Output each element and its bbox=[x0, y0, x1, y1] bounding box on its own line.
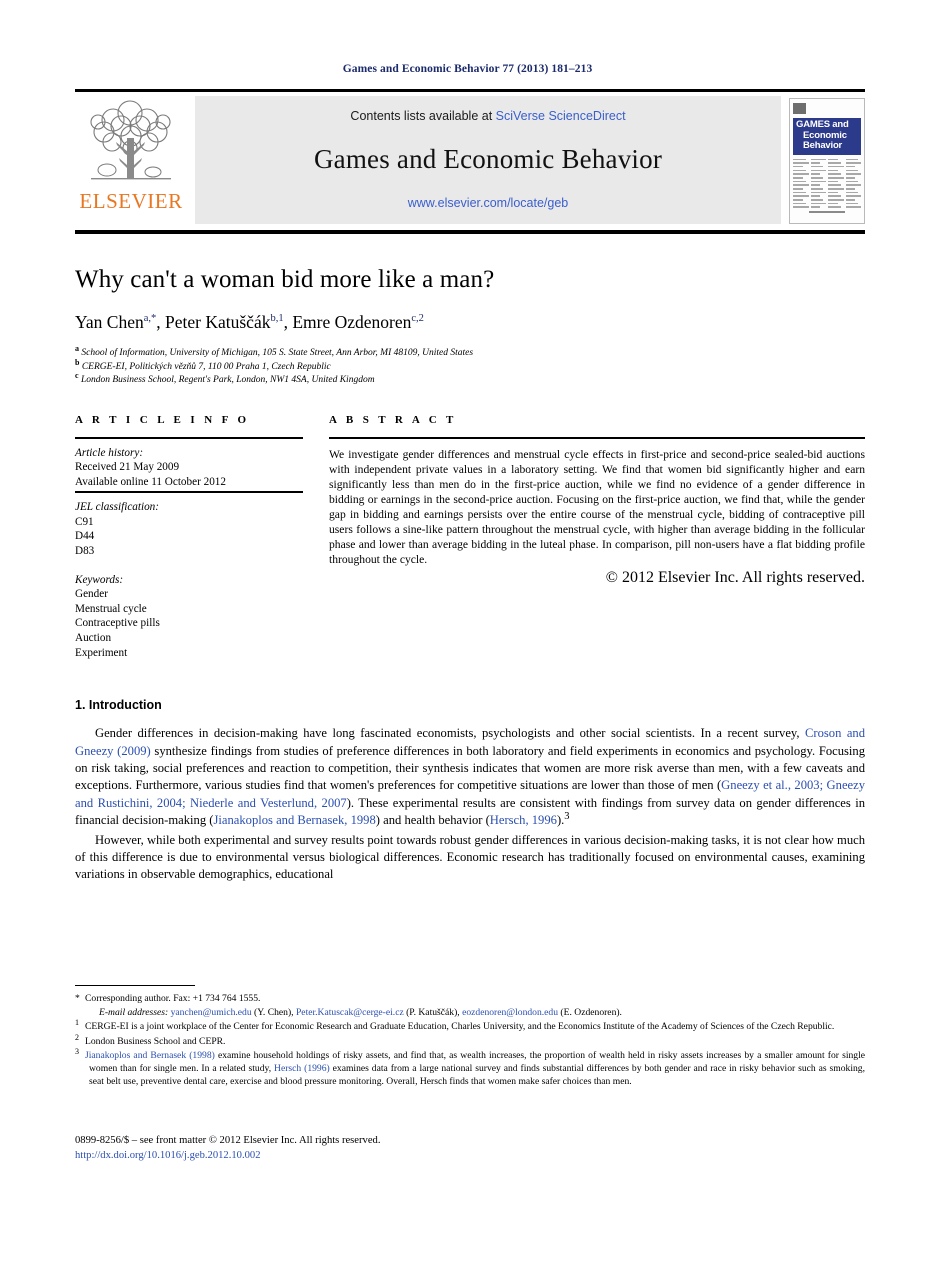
footnote-ref[interactable]: 3 bbox=[564, 811, 569, 822]
jel-group: JEL classification: C91 D44 D83 bbox=[75, 493, 303, 560]
abstract-heading: A B S T R A C T bbox=[329, 413, 457, 426]
text-run: Gender differences in decision-making ha… bbox=[95, 726, 805, 741]
email-addresses-label: E-mail addresses: bbox=[99, 1007, 169, 1019]
abstract-column: A B S T R A C T We investigate gender di… bbox=[329, 414, 865, 663]
affiliation-mark: c bbox=[75, 370, 79, 380]
history-item: Available online 11 October 2012 bbox=[75, 475, 226, 488]
article-history-label: Article history: bbox=[75, 446, 144, 459]
history-item: Received 21 May 2009 bbox=[75, 461, 180, 474]
article-history-group: Article history: Received 21 May 2009 Av… bbox=[75, 439, 303, 492]
keyword-item: Contraceptive pills bbox=[75, 617, 160, 630]
email-person: (E. Ozdenoren). bbox=[558, 1007, 622, 1019]
cover-elsevier-mark bbox=[793, 102, 861, 115]
author-name: Yan Chen bbox=[75, 312, 144, 332]
author-marks[interactable]: b,1 bbox=[270, 313, 283, 324]
article-info-heading: A R T I C L E I N F O bbox=[75, 413, 250, 426]
jel-code: C91 bbox=[75, 515, 94, 528]
bottom-matter: 0899-8256/$ – see front matter © 2012 El… bbox=[75, 1133, 380, 1163]
footnote-divider bbox=[75, 985, 195, 986]
author-list: Yan Chena,*, Peter Katuščákb,1, Emre Ozd… bbox=[75, 312, 424, 332]
doi-link[interactable]: http://dx.doi.org/10.1016/j.geb.2012.10.… bbox=[75, 1148, 380, 1163]
keyword-item: Experiment bbox=[75, 646, 128, 659]
footnote-1: 1 CERGE-EI is a joint workplace of the Ce… bbox=[75, 1019, 865, 1033]
footnote-text: Corresponding author. Fax: +1 734 764 15… bbox=[85, 993, 261, 1004]
affiliation-text: CERGE-EI, Politických vězňů 7, 110 00 Pr… bbox=[81, 361, 331, 372]
citation-link[interactable]: Hersch, 1996 bbox=[490, 813, 557, 827]
info-abstract-section: A R T I C L E I N F O Article history: R… bbox=[75, 414, 865, 663]
jel-code: D83 bbox=[75, 545, 95, 558]
author-marks[interactable]: a,* bbox=[144, 313, 157, 324]
journal-masthead: ELSEVIER Contents lists available at Sci… bbox=[75, 89, 865, 234]
journal-homepage-link[interactable]: www.elsevier.com/locate/geb bbox=[408, 196, 569, 210]
page-title: Why can't a woman bid more like a man? bbox=[75, 266, 495, 293]
sciencedirect-link[interactable]: SciVerse ScienceDirect bbox=[496, 109, 626, 123]
journal-cover-thumbnail: GAMES and Economic Behavior bbox=[789, 98, 865, 224]
elsevier-logo: ELSEVIER bbox=[75, 92, 187, 230]
affiliation-text: School of Information, University of Mic… bbox=[81, 348, 474, 358]
email-link[interactable]: eozdenoren@london.edu bbox=[462, 1007, 558, 1018]
abstract-copyright: © 2012 Elsevier Inc. All rights reserved… bbox=[605, 569, 865, 587]
affiliation-mark: a bbox=[75, 343, 79, 353]
running-head: Games and Economic Behavior 77 (2013) 18… bbox=[342, 63, 593, 75]
article-first-page: Games and Economic Behavior 77 (2013) 18… bbox=[0, 0, 935, 1266]
citation-link[interactable]: Jianakoplos and Bernasek, 1998 bbox=[213, 813, 375, 827]
cover-title-line1: GAMES and bbox=[796, 119, 849, 130]
masthead-center: Contents lists available at SciVerse Sci… bbox=[195, 96, 781, 224]
affiliation-item: a School of Information, University of M… bbox=[75, 343, 865, 361]
cover-title-line3: Behavior bbox=[803, 140, 843, 151]
footnote-text: CERGE-EI is a joint workplace of the Cen… bbox=[85, 1021, 835, 1033]
keyword-item: Gender bbox=[75, 588, 108, 601]
author-name: Peter Katuščák bbox=[165, 312, 271, 332]
footnote-mark-asterisk: * bbox=[75, 993, 80, 1004]
jel-label: JEL classification: bbox=[75, 501, 160, 514]
footnote-2: 2 London Business School and CEPR. bbox=[75, 1033, 865, 1048]
abstract-text: We investigate gender differences and me… bbox=[329, 447, 865, 567]
title-block: Why can't a woman bid more like a man? Y… bbox=[75, 266, 865, 388]
text-run: ) and health behavior ( bbox=[375, 813, 490, 828]
author-marks[interactable]: c,2 bbox=[411, 313, 424, 324]
keywords-label: Keywords: bbox=[75, 573, 124, 586]
intro-paragraph-2: However, while both experimental and sur… bbox=[75, 832, 865, 882]
elsevier-wordmark: ELSEVIER bbox=[79, 189, 183, 213]
jel-code: D44 bbox=[75, 530, 95, 543]
affiliation-item: c London Business School, Regent's Park,… bbox=[75, 370, 865, 388]
affiliation-item: b CERGE-EI, Politických vězňů 7, 110 00 … bbox=[75, 358, 865, 375]
section-heading-introduction: 1. Introduction bbox=[75, 698, 162, 713]
footnote-3: 3 Jianakoplos and Bernasek (1998) examine… bbox=[75, 1046, 865, 1089]
contents-available-line: Contents lists available at SciVerse Sci… bbox=[350, 109, 625, 123]
email-link[interactable]: yanchen@umich.edu bbox=[171, 1007, 252, 1018]
elsevier-tree-icon bbox=[90, 100, 171, 180]
citation-link[interactable]: Jianakoplos and Bernasek (1998) bbox=[85, 1050, 215, 1061]
footnote-emails: E-mail addresses: yanchen@umich.edu (Y. … bbox=[75, 1006, 865, 1019]
footnote-text: London Business School and CEPR. bbox=[85, 1035, 226, 1047]
author-name: Emre Ozdenoren bbox=[292, 312, 412, 332]
affiliation-mark: b bbox=[75, 357, 80, 367]
cover-footer-bar bbox=[793, 200, 861, 218]
article-info-column: A R T I C L E I N F O Article history: R… bbox=[75, 414, 303, 663]
introduction-section: 1. Introduction Gender differences in de… bbox=[75, 698, 865, 884]
journal-title: Games and Economic Behavior bbox=[313, 144, 663, 174]
footnote-mark-3: 3 bbox=[75, 1046, 79, 1056]
keywords-group: Keywords: Gender Menstrual cycle Contrac… bbox=[75, 561, 303, 663]
intro-paragraph-1: Gender differences in decision-making ha… bbox=[75, 725, 865, 829]
keyword-item: Menstrual cycle bbox=[75, 602, 147, 615]
footnote-block: * Corresponding author. Fax: +1 734 764 1… bbox=[75, 985, 865, 1089]
affiliation-text: London Business School, Regent's Park, L… bbox=[80, 375, 375, 385]
email-person: (P. Katuščák), bbox=[403, 1007, 463, 1019]
keyword-item: Auction bbox=[75, 632, 112, 645]
issn-copyright-line: 0899-8256/$ – see front matter © 2012 El… bbox=[75, 1135, 381, 1146]
contents-prefix: Contents lists available at bbox=[350, 109, 496, 123]
cover-title: GAMES and Economic Behavior bbox=[793, 118, 861, 155]
affiliation-list: a School of Information, University of M… bbox=[75, 343, 865, 388]
footnote-corresponding-author: * Corresponding author. Fax: +1 734 764 1… bbox=[75, 992, 865, 1005]
email-link[interactable]: Peter.Katuscak@cerge-ei.cz bbox=[296, 1007, 404, 1018]
email-person: (Y. Chen), bbox=[251, 1007, 296, 1019]
citation-link[interactable]: Hersch (1996) bbox=[274, 1063, 330, 1074]
